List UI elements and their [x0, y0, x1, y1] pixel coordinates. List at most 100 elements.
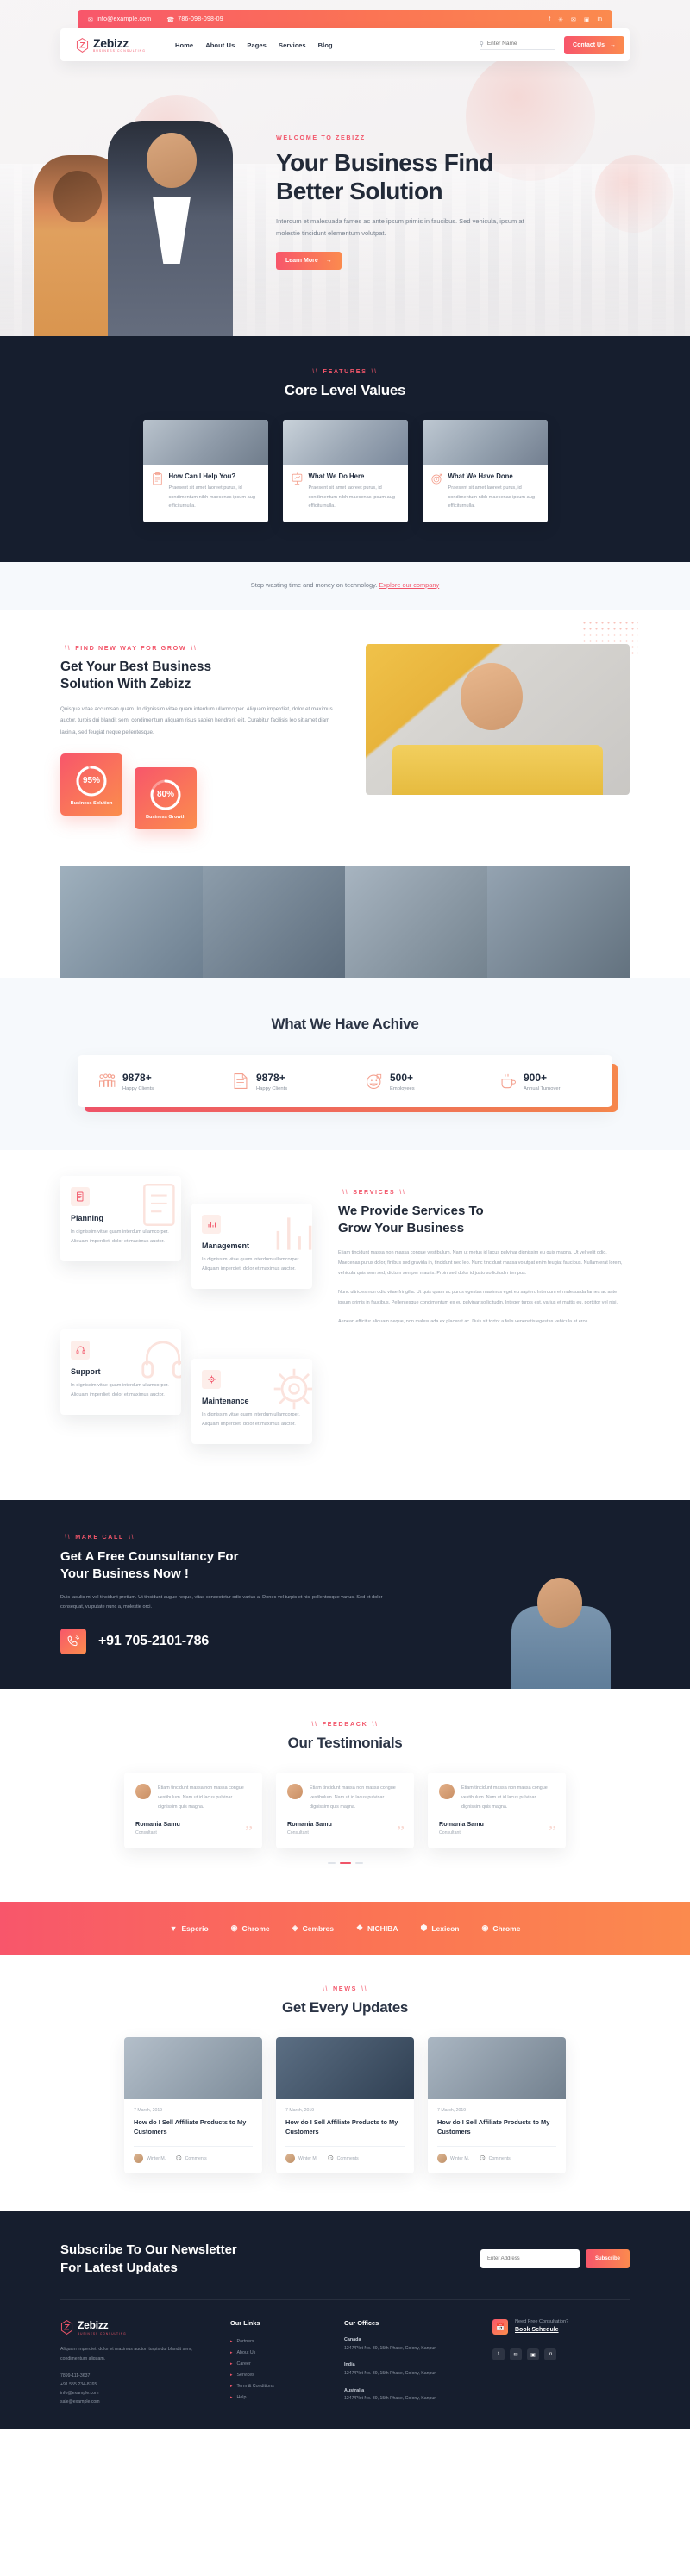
- free-consultation-cta[interactable]: 📅 Need Free Consultation? Book Schedule: [492, 2319, 622, 2335]
- blog-meta: Winter M. 💬 Comments: [285, 2146, 405, 2164]
- person-head: [537, 1578, 582, 1629]
- testimonials-eyebrow: FEEDBACK: [0, 1720, 690, 1728]
- service-card-maintenance[interactable]: Maintenance In dignissim vitae quam inte…: [191, 1359, 312, 1444]
- footer-link-item[interactable]: ▸ Services: [230, 2369, 325, 2380]
- blog-post-title[interactable]: How do I Sell Affiliate Products to My C…: [285, 2117, 405, 2138]
- brand-logo-nichiba[interactable]: ❖ NICHIBA: [356, 1923, 398, 1933]
- footer-phone-2[interactable]: +91 555 234-8765: [60, 2380, 211, 2389]
- topbar-email[interactable]: ✉ info@example.com: [88, 16, 151, 23]
- progress-label: Business Growth: [145, 814, 185, 820]
- facebook-icon[interactable]: f: [492, 2348, 505, 2361]
- progress-badges: 95% Business Solution 80% Business Growt…: [60, 753, 345, 830]
- logo[interactable]: Zebizz BUSINESS CONSULTING: [76, 37, 146, 53]
- brand-logo-chrome-2[interactable]: ◉ Chrome: [481, 1923, 520, 1933]
- blog-author-name: Winter M.: [450, 2155, 470, 2161]
- behance-icon[interactable]: ✉: [571, 16, 576, 23]
- features-section: FEATURES Core Level Values How Can I Hel…: [0, 336, 690, 562]
- footer-link-item[interactable]: ▸ Partners: [230, 2335, 325, 2347]
- blog-post-title[interactable]: How do I Sell Affiliate Products to My C…: [134, 2117, 253, 2138]
- service-card-planning[interactable]: Planning In dignissim vitae quam interdu…: [60, 1176, 181, 1261]
- footer-email-2[interactable]: sale@example.com: [60, 2398, 211, 2406]
- newsletter-title-line-1: Subscribe To Our Newsletter: [60, 2242, 237, 2258]
- footer-link-item[interactable]: ▸ About Us: [230, 2347, 325, 2358]
- linkedin-icon[interactable]: in: [544, 2348, 556, 2361]
- testimonial-role: Consultant: [287, 1829, 309, 1835]
- blog-card[interactable]: 7 March, 2019 How do I Sell Affiliate Pr…: [124, 2036, 262, 2174]
- footer-link-item[interactable]: ▸ Help: [230, 2392, 325, 2403]
- blog-comments-label: Comments: [336, 2155, 359, 2161]
- chart-icon: [202, 1215, 221, 1235]
- brand-logo-chrome[interactable]: ◉ Chrome: [231, 1923, 270, 1933]
- nav-item-about-us[interactable]: About Us: [205, 41, 235, 49]
- subscribe-button[interactable]: Subscribe: [585, 2249, 630, 2269]
- book-schedule-link[interactable]: Book Schedule: [515, 2327, 568, 2333]
- hero-title-line-2: Better Solution: [276, 178, 443, 205]
- avatar: [287, 1784, 303, 1800]
- topbar-email-text: info@example.com: [97, 16, 152, 22]
- feature-card[interactable]: What We Have Done Praesent sit amet laor…: [422, 420, 548, 522]
- footer-email-1[interactable]: info@example.com: [60, 2389, 211, 2398]
- cta-text-wrap: Need Free Consultation? Book Schedule: [515, 2319, 568, 2333]
- twitter-icon[interactable]: ✳: [558, 16, 563, 23]
- blog-image: [428, 2036, 566, 2099]
- testimonial-card[interactable]: Etiam tincidunt massa non massa congue v…: [428, 1773, 566, 1848]
- carousel-dot[interactable]: [354, 1861, 363, 1864]
- footer-logo[interactable]: Zebizz BUSINESS CONSULTING: [60, 2319, 211, 2335]
- blog-card[interactable]: 7 March, 2019 How do I Sell Affiliate Pr…: [276, 2036, 414, 2174]
- counter-label: Employees: [390, 1085, 415, 1091]
- search-input[interactable]: [486, 41, 556, 47]
- nav-item-services[interactable]: Services: [279, 41, 306, 49]
- newsletter-email-input[interactable]: [480, 2249, 580, 2269]
- nav-right: ⚲ Contact Us →: [480, 35, 624, 54]
- feature-card[interactable]: What We Do Here Praesent sit amet laoree…: [282, 420, 408, 522]
- comment-icon: 💬: [480, 2155, 486, 2161]
- features-header: FEATURES Core Level Values: [0, 367, 690, 399]
- counter-text: 9878+ Happy Clients: [256, 1072, 287, 1091]
- twitter-icon[interactable]: ✉: [510, 2348, 522, 2361]
- contact-us-button[interactable]: Contact Us →: [564, 35, 624, 54]
- testimonial-card[interactable]: Etiam tincidunt massa non massa congue v…: [124, 1773, 262, 1848]
- service-card-support[interactable]: Support In dignissim vitae quam interdum…: [60, 1329, 181, 1415]
- office-name: Canada: [344, 2337, 361, 2343]
- phone-icon: ☎: [166, 16, 175, 23]
- carousel-dot-active[interactable]: [339, 1861, 351, 1864]
- feature-card[interactable]: How Can I Help You? Praesent sit amet la…: [142, 420, 268, 522]
- footer-links-title: Our Links: [230, 2319, 260, 2328]
- blog-post-title[interactable]: How do I Sell Affiliate Products to My C…: [437, 2117, 556, 2138]
- footer-link-item[interactable]: ▸ Career: [230, 2358, 325, 2369]
- blog-card[interactable]: 7 March, 2019 How do I Sell Affiliate Pr…: [428, 2036, 566, 2174]
- testimonial-role: Consultant: [135, 1829, 157, 1835]
- facebook-icon[interactable]: f: [549, 16, 550, 22]
- nav-item-pages[interactable]: Pages: [247, 41, 267, 49]
- footer-link-label: Career: [236, 2360, 251, 2367]
- footer-cta-column: 📅 Need Free Consultation? Book Schedule …: [492, 2319, 622, 2410]
- service-card-management[interactable]: Management In dignissim vitae quam inter…: [191, 1204, 312, 1289]
- brand-logo-esperio[interactable]: ▼ Esperio: [170, 1924, 209, 1933]
- logo-text: Zebizz BUSINESS CONSULTING: [93, 37, 146, 53]
- learn-more-button[interactable]: Learn More →: [276, 251, 342, 270]
- explore-company-link[interactable]: Explore our company: [379, 581, 439, 589]
- search-box[interactable]: ⚲: [480, 41, 556, 50]
- carousel-dot[interactable]: [327, 1861, 336, 1864]
- topbar-phone[interactable]: ☎ 786-098-098-09: [166, 16, 223, 23]
- blog-image: [276, 2036, 414, 2099]
- instagram-icon[interactable]: ▣: [584, 16, 590, 23]
- hero-people-image: [26, 78, 285, 336]
- document-icon: [234, 1073, 248, 1090]
- brand-logo-label: Chrome: [492, 1923, 521, 1933]
- footer-link-item[interactable]: ▸ Term & Conditions: [230, 2380, 325, 2392]
- brand-logo-cembres[interactable]: ◈ Cembres: [292, 1923, 334, 1933]
- services-title-line-2: Grow Your Business: [338, 1220, 465, 1235]
- nav-item-home[interactable]: Home: [175, 41, 193, 49]
- testimonial-card[interactable]: Etiam tincidunt massa non massa congue v…: [276, 1773, 414, 1848]
- footer-link-label: About Us: [236, 2349, 256, 2355]
- brand-logo-lexicon[interactable]: ⬢ Lexicon: [420, 1923, 459, 1933]
- feature-image: [282, 420, 408, 465]
- linkedin-icon[interactable]: in: [598, 16, 602, 22]
- nav-item-blog[interactable]: Blog: [318, 41, 333, 49]
- footer-phone-1[interactable]: 7899-111-3637: [60, 2372, 211, 2380]
- instagram-icon[interactable]: ▣: [527, 2348, 539, 2361]
- testimonials-header: FEEDBACK Our Testimonials: [0, 1720, 690, 1752]
- people-icon: [99, 1073, 116, 1088]
- blog-eyebrow: NEWS: [0, 1985, 690, 1992]
